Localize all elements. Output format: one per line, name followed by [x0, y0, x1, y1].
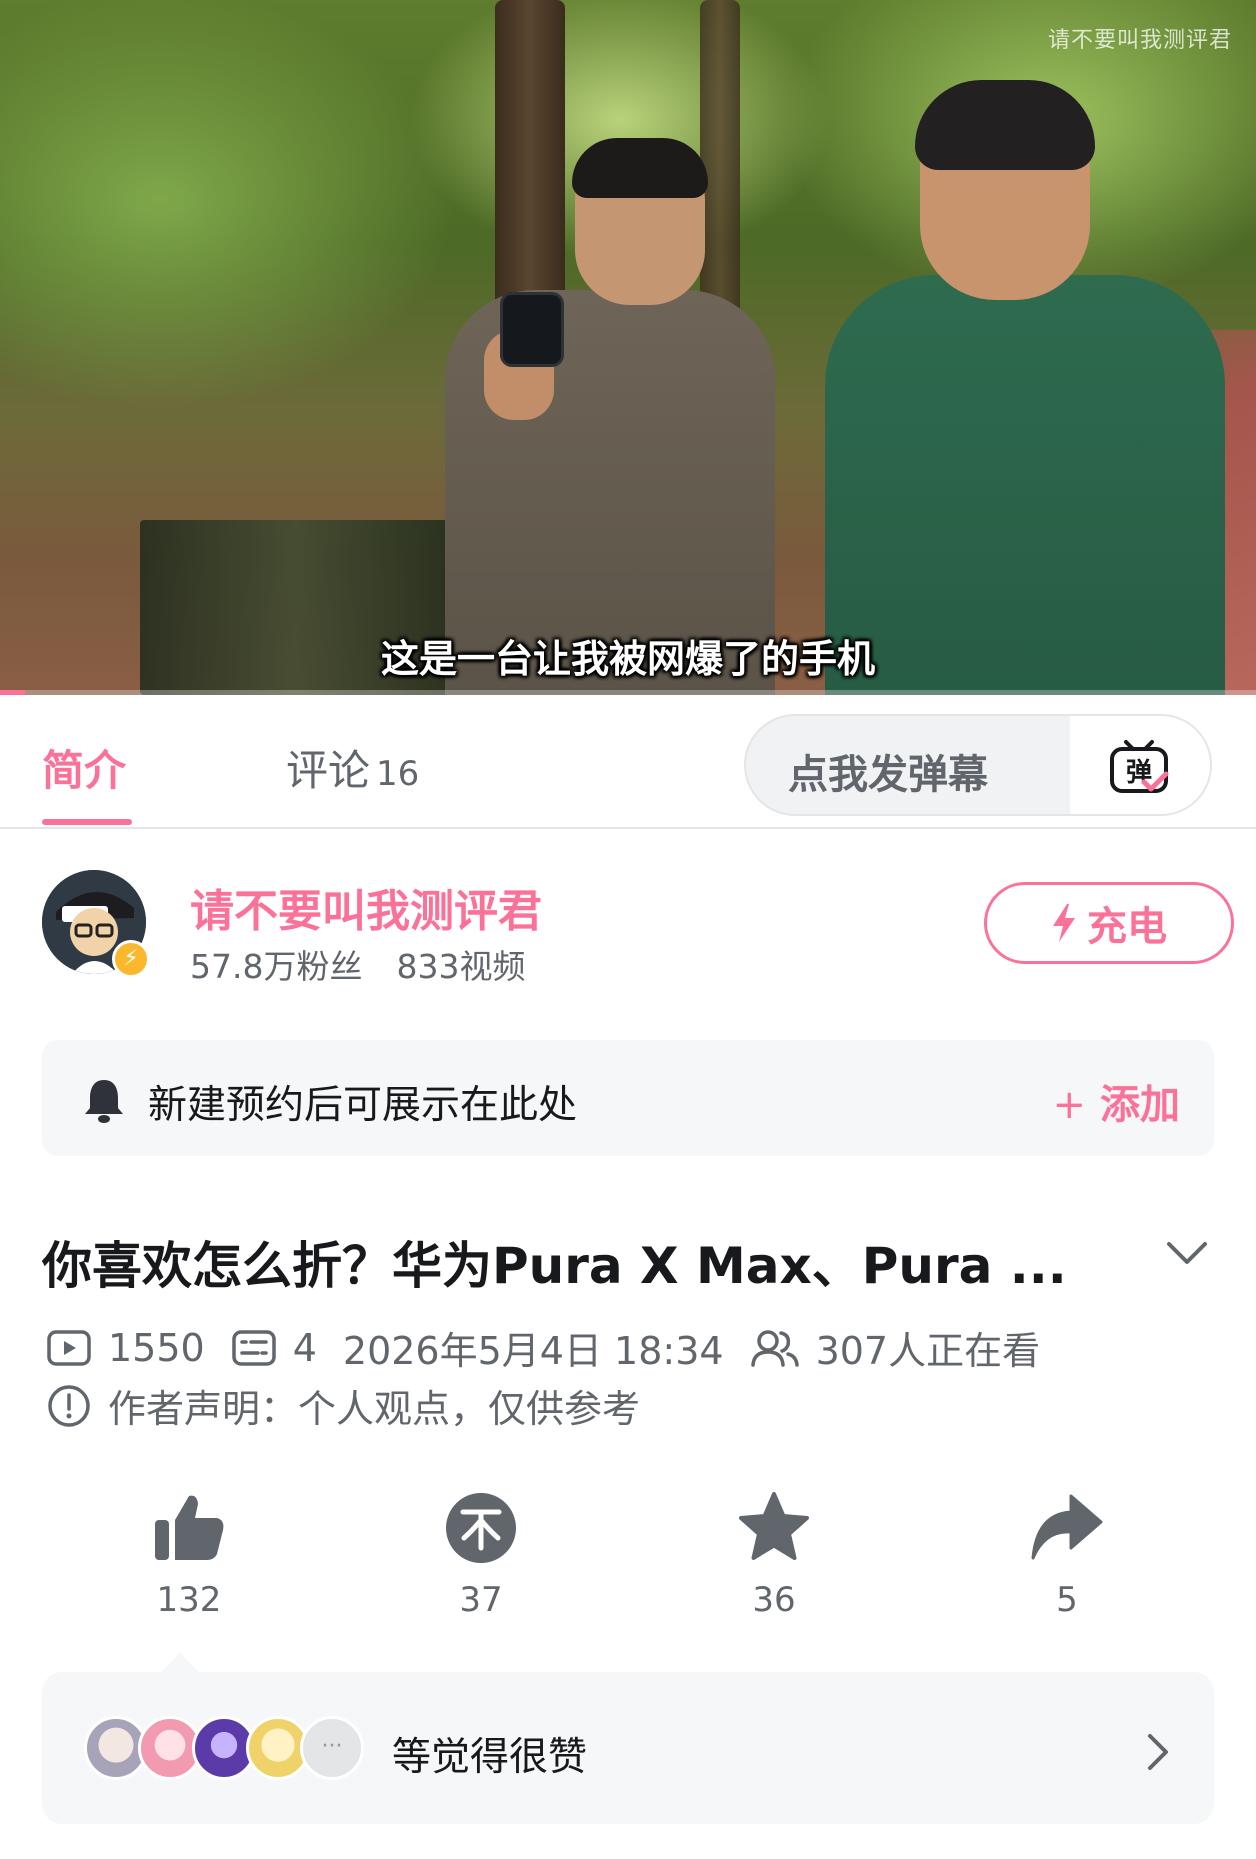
- uploader-name[interactable]: 请不要叫我测评君: [190, 875, 542, 939]
- danmaku-count: 4: [292, 1325, 317, 1370]
- danmaku-count-icon: [231, 1329, 276, 1366]
- follower-count: 57.8万粉丝: [190, 947, 363, 986]
- share-button[interactable]: 5: [967, 1490, 1167, 1620]
- tab-active-indicator: [42, 819, 132, 825]
- person-right-hair: [915, 80, 1095, 170]
- chevron-right-icon: [1148, 1734, 1168, 1770]
- thumbs-up-icon: [155, 1495, 224, 1560]
- lightning-icon: [1053, 904, 1075, 942]
- viewers-icon: [750, 1329, 799, 1367]
- uploader-stats: 57.8万粉丝 833视频: [190, 940, 525, 988]
- coin-count: 37: [459, 1580, 503, 1620]
- lightning-badge-icon: ⚡: [112, 940, 150, 978]
- declaration-text: 作者声明：个人观点，仅供参考: [108, 1387, 641, 1431]
- video-title: 你喜欢怎么折？华为Pura X Max、Pura ...: [42, 1237, 1067, 1295]
- likers-text: 等觉得很赞: [392, 1735, 588, 1780]
- coin-icon: [446, 1493, 516, 1563]
- star-icon: [739, 1492, 809, 1560]
- video-count: 833视频: [396, 947, 526, 986]
- comment-count: 16: [376, 754, 420, 794]
- like-count: 132: [156, 1580, 222, 1620]
- video-subtitle: 这是一台让我被网爆了的手机: [380, 637, 875, 681]
- likers-pointer: [160, 1652, 200, 1674]
- likers-panel[interactable]: ··· 等觉得很赞: [42, 1672, 1214, 1824]
- tab-intro[interactable]: 简介: [42, 737, 126, 798]
- charge-button[interactable]: 充电: [984, 882, 1234, 964]
- share-count: 5: [1056, 1580, 1078, 1620]
- notice-text: 新建预约后可展示在此处: [148, 1083, 578, 1128]
- person-left-hair: [572, 138, 708, 198]
- danmaku-placeholder: 点我发弹幕: [788, 752, 988, 798]
- danmaku-input[interactable]: 点我发弹幕 弹: [744, 714, 1212, 816]
- tab-comments[interactable]: 评论 16: [286, 737, 419, 798]
- video-watermark: 请不要叫我测评君: [1047, 28, 1232, 53]
- add-reservation-button[interactable]: + 添加: [1052, 1072, 1180, 1130]
- watching-count: 307人正在看: [815, 1329, 1041, 1373]
- danmaku-icon: 弹: [1110, 740, 1169, 793]
- add-label: 添加: [1100, 1082, 1180, 1128]
- play-count-icon: [47, 1329, 91, 1366]
- reservation-notice: 新建预约后可展示在此处 + 添加: [42, 1040, 1214, 1156]
- plus-icon: +: [1052, 1082, 1086, 1128]
- danmaku-button[interactable]: 弹: [1070, 716, 1210, 814]
- favorite-button[interactable]: 36: [674, 1490, 874, 1620]
- video-meta: 1550 4 2026年5月4日 18:34 307人正在看: [46, 1320, 1040, 1375]
- publish-datetime: 2026年5月4日 18:34: [342, 1329, 724, 1373]
- video-player[interactable]: 请不要叫我测评君 这是一台让我被网爆了的手机: [0, 0, 1256, 695]
- exclamation-circle-icon: [48, 1384, 90, 1427]
- folding-phone: [500, 292, 564, 367]
- play-count: 1550: [108, 1325, 205, 1370]
- author-declaration: 作者声明：个人观点，仅供参考: [46, 1378, 640, 1433]
- charge-label: 充电: [1087, 904, 1167, 950]
- favorite-count: 36: [752, 1580, 796, 1620]
- like-button[interactable]: 132: [89, 1490, 289, 1620]
- more-likers-icon: ···: [300, 1716, 364, 1780]
- bell-icon: [85, 1080, 123, 1123]
- share-icon: [1031, 1494, 1103, 1560]
- coin-button[interactable]: 37: [381, 1490, 581, 1620]
- chevron-down-icon[interactable]: [1165, 1238, 1209, 1268]
- tab-comments-label: 评论: [286, 746, 371, 795]
